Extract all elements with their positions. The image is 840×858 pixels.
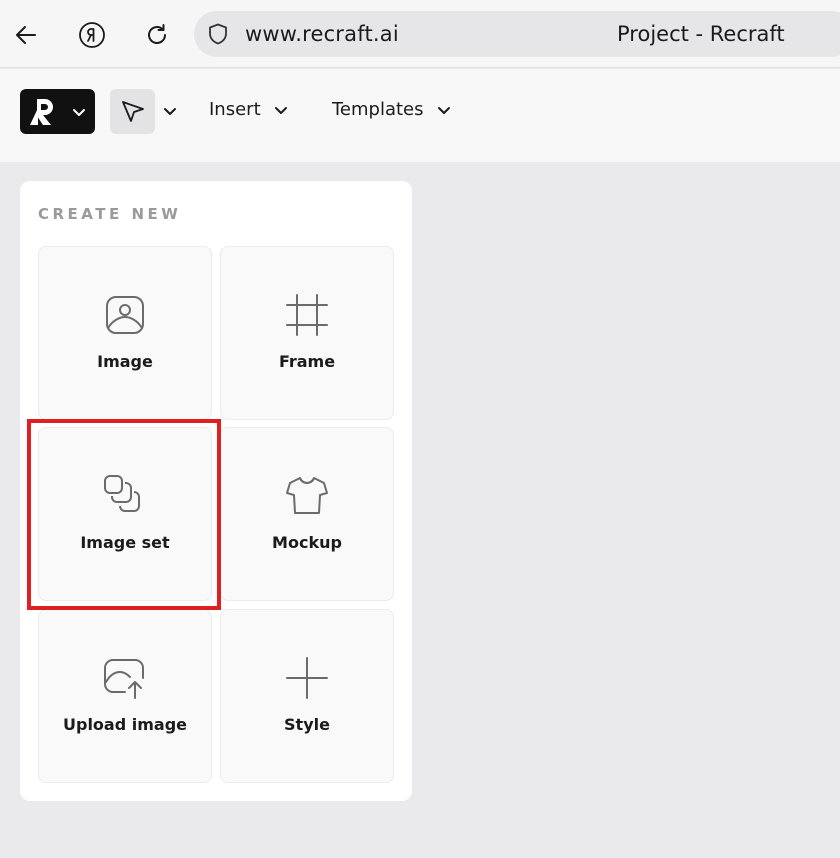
logo-menu-button[interactable] <box>20 89 95 134</box>
templates-menu-button[interactable]: Templates <box>332 99 452 120</box>
image-icon <box>106 296 144 334</box>
page-title: Project - Recraft <box>617 22 785 46</box>
image-set-icon <box>104 475 140 512</box>
reload-icon <box>148 24 166 44</box>
card-label: Mockup <box>272 533 342 552</box>
select-tool-button[interactable] <box>110 89 155 134</box>
address-bar[interactable]: www.recraft.ai Project - Recraft <box>194 11 840 57</box>
create-mockup-card[interactable]: Mockup <box>220 427 394 601</box>
yandex-icon <box>79 22 105 48</box>
card-label: Style <box>284 715 330 734</box>
create-frame-card[interactable]: Frame <box>220 246 394 420</box>
templates-label: Templates <box>332 99 424 120</box>
browser-bar: www.recraft.ai Project - Recraft <box>0 0 840 68</box>
chevron-down-icon <box>274 106 287 114</box>
app-toolbar: Insert Templates <box>0 69 840 162</box>
back-button[interactable] <box>8 17 44 53</box>
chevron-down-icon[interactable] <box>162 103 178 119</box>
upload-image-card[interactable]: Upload image <box>38 609 212 783</box>
yandex-button[interactable] <box>74 17 110 53</box>
create-image-card[interactable]: Image <box>38 246 212 420</box>
create-new-panel: CREATE NEW Image Frame Image set Mockup <box>20 181 412 801</box>
card-label: Image set <box>80 533 170 552</box>
create-style-card[interactable]: Style <box>220 609 394 783</box>
shield-icon[interactable] <box>206 22 230 46</box>
insert-menu-button[interactable]: Insert <box>209 99 289 120</box>
chevron-down-icon <box>437 106 450 114</box>
upload-image-icon <box>104 659 144 699</box>
chevron-down-icon <box>73 109 85 116</box>
card-label: Upload image <box>63 715 187 734</box>
panel-title: CREATE NEW <box>38 205 182 223</box>
tshirt-icon <box>286 477 328 514</box>
recraft-logo-icon <box>30 99 53 125</box>
url-text[interactable]: www.recraft.ai <box>245 22 399 46</box>
card-label: Frame <box>278 352 336 371</box>
card-label: Image <box>97 352 153 371</box>
arrow-left-icon <box>16 26 36 44</box>
create-image-set-card[interactable]: Image set <box>38 427 212 601</box>
plus-icon <box>286 657 328 699</box>
reload-button[interactable] <box>139 17 175 53</box>
cursor-icon <box>121 100 144 122</box>
frame-icon <box>286 294 328 336</box>
insert-label: Insert <box>209 99 261 120</box>
